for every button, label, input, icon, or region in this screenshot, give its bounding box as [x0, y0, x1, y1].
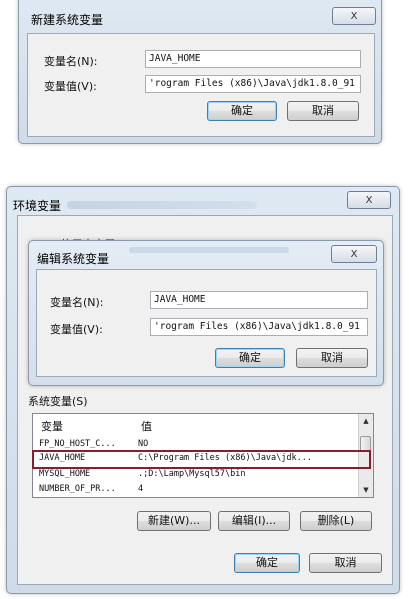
new-name-field[interactable]: JAVA_HOME: [145, 50, 361, 68]
new-dialog-close-button[interactable]: X: [332, 7, 376, 25]
close-icon: X: [365, 194, 373, 206]
edit-ok-button[interactable]: 确定: [215, 348, 285, 368]
env-window-title: 环境变量: [13, 199, 62, 213]
new-value-field[interactable]: 'rogram Files (x86)\Java\jdk1.8.0_91: [145, 75, 361, 93]
close-icon: X: [350, 10, 358, 22]
new-cancel-button[interactable]: 取消: [287, 101, 359, 121]
env-cancel-button[interactable]: 取消: [309, 553, 382, 573]
edit-dialog-close-button[interactable]: X: [331, 245, 377, 263]
scroll-up-icon[interactable]: ▲: [359, 414, 373, 428]
scroll-down-icon[interactable]: ▼: [359, 483, 373, 497]
row-value: .;D:\Lamp\Mysql57\bin: [138, 469, 246, 479]
blurred-header-text: [67, 201, 257, 209]
close-icon: X: [350, 248, 358, 260]
new-dialog-title: 新建系统变量: [31, 13, 104, 27]
table-row[interactable]: NUMBER_OF_PR... 4: [33, 483, 353, 496]
row-name: NUMBER_OF_PR...: [39, 484, 116, 494]
column-header-value[interactable]: 值: [141, 418, 152, 434]
edit-name-label: 变量名(N):: [50, 296, 104, 309]
new-variable-dialog: 新建系统变量 X 变量名(N): JAVA_HOME 变量值(V): 'rogr…: [18, 0, 382, 144]
edit-variable-button[interactable]: 编辑(I)...: [218, 511, 290, 531]
new-variable-button[interactable]: 新建(W)...: [137, 511, 211, 531]
edit-variable-dialog: 编辑系统变量 X 变量名(N): JAVA_HOME 变量值(V): 'rogr…: [28, 240, 384, 386]
env-ok-button[interactable]: 确定: [234, 553, 300, 573]
column-header-name[interactable]: 变量: [41, 418, 63, 434]
table-row[interactable]: MYSQL_HOME .;D:\Lamp\Mysql57\bin: [33, 468, 353, 481]
new-dialog-client: 变量名(N): JAVA_HOME 变量值(V): 'rogram Files …: [27, 33, 375, 137]
edit-cancel-button[interactable]: 取消: [296, 348, 368, 368]
row-value: 4: [138, 484, 144, 494]
edit-dialog-title: 编辑系统变量: [37, 252, 110, 266]
row-name: MYSQL_HOME: [39, 469, 91, 479]
blurred-title-text: [129, 247, 289, 253]
delete-variable-button[interactable]: 删除(L): [300, 511, 372, 531]
new-value-label: 变量值(V):: [44, 80, 97, 93]
edit-value-label: 变量值(V):: [50, 323, 103, 336]
system-variables-label: 系统变量(S): [28, 395, 88, 408]
new-ok-button[interactable]: 确定: [207, 101, 277, 121]
edit-dialog-client: 变量名(N): JAVA_HOME 变量值(V): 'rogram Files …: [36, 269, 377, 377]
new-name-label: 变量名(N):: [44, 55, 98, 68]
edit-value-field[interactable]: 'rogram Files (x86)\Java\jdk1.8.0_91: [150, 318, 368, 336]
edit-name-field[interactable]: JAVA_HOME: [150, 291, 368, 309]
env-close-button[interactable]: X: [347, 191, 391, 209]
java-home-highlight: [32, 450, 371, 469]
